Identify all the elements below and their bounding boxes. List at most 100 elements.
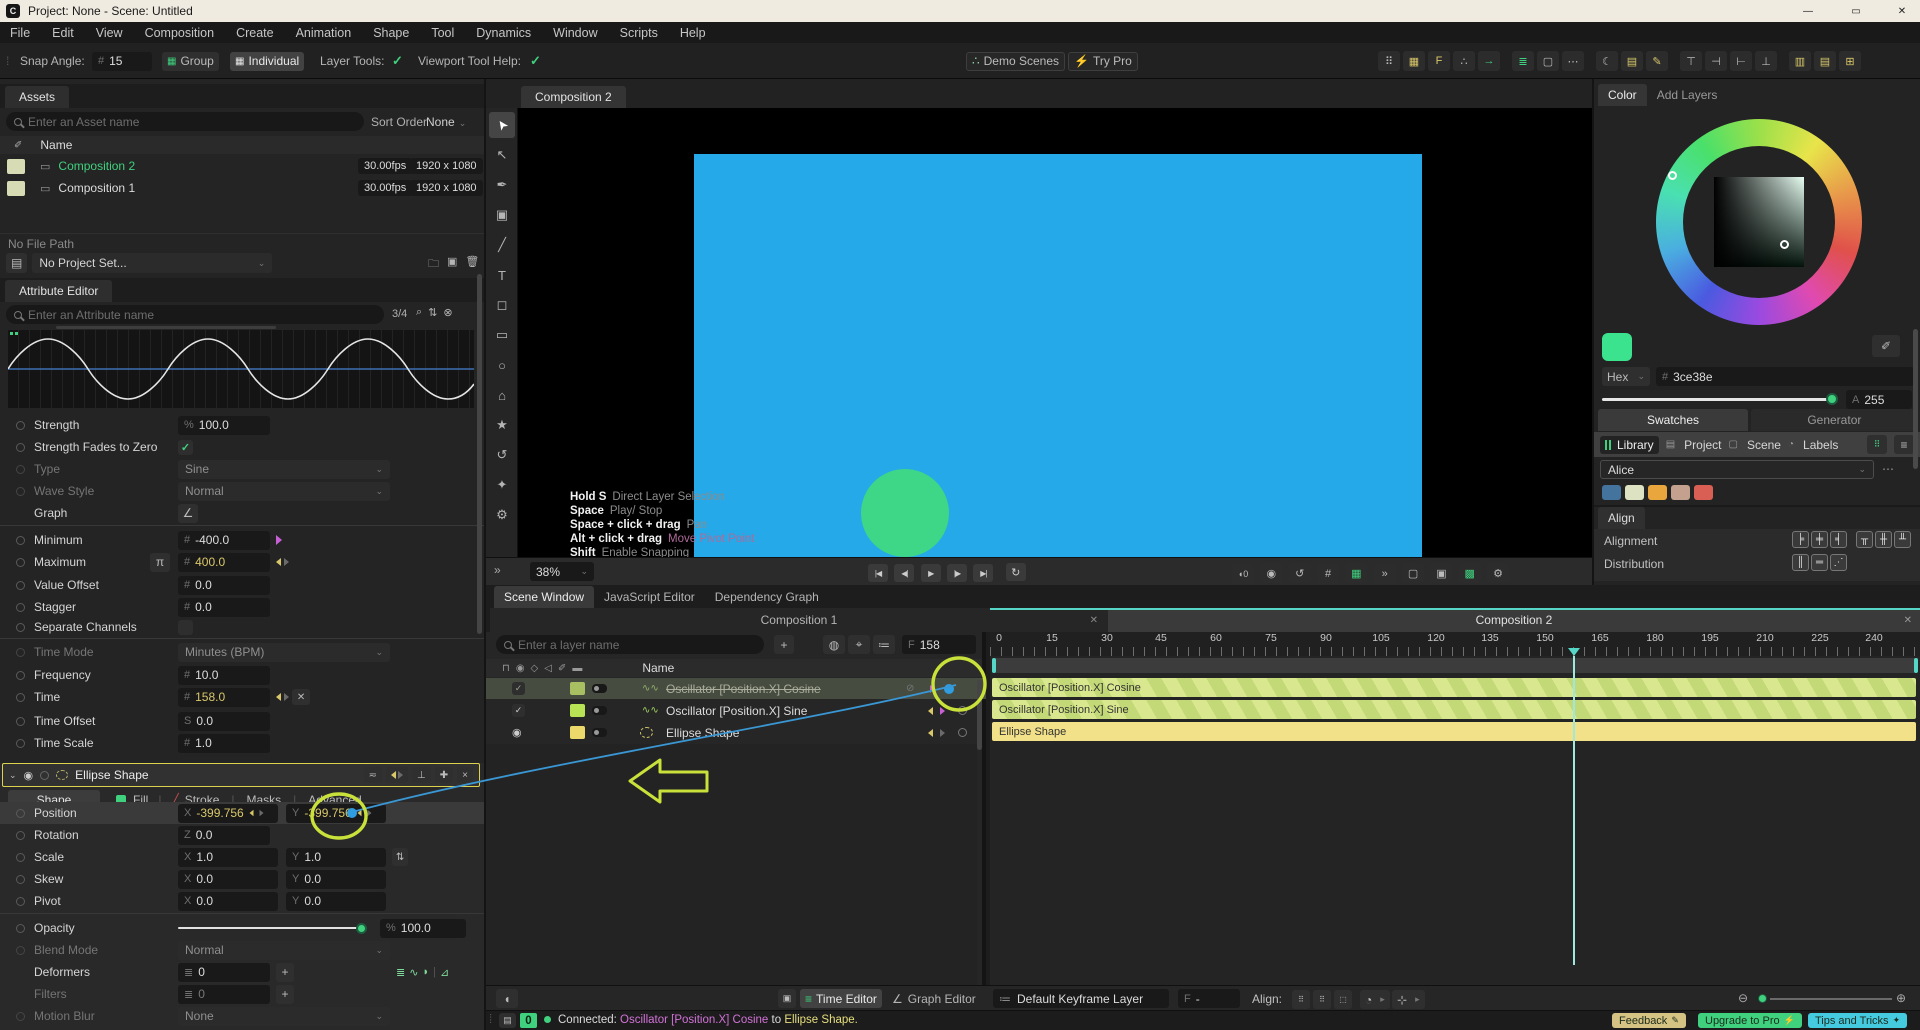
align-keys-center-icon[interactable]: ⠿ — [1313, 990, 1331, 1009]
current-color-swatch[interactable] — [1602, 333, 1632, 361]
skew-y-input[interactable]: Y 0.0 — [286, 869, 386, 889]
grid-snap-icon[interactable]: # — [1317, 563, 1340, 584]
list-view-icon[interactable]: ≡ — [1894, 435, 1914, 454]
direct-select-tool[interactable]: ↖ — [489, 142, 515, 168]
playhead-marker[interactable] — [1568, 648, 1580, 656]
position-x-input[interactable]: X -399.756 — [178, 803, 278, 823]
keyframe-left-icon[interactable] — [928, 729, 933, 737]
menu-shape[interactable]: Shape — [373, 26, 409, 40]
align-middle-button[interactable]: ╫ — [1875, 531, 1892, 548]
filter-attr-icon[interactable]: ⇅ — [428, 306, 437, 319]
rotation-z-input[interactable]: Z 0.0 — [178, 825, 270, 845]
align-bottom-icon[interactable]: ⊥ — [1755, 51, 1777, 71]
keyframe-dot[interactable] — [16, 535, 25, 545]
keyframe-dot[interactable] — [16, 852, 25, 862]
project-folder-icon[interactable]: ▤ — [6, 253, 28, 273]
next-keyframe-icon[interactable] — [284, 558, 289, 566]
star-tool[interactable]: ★ — [489, 412, 515, 438]
ellipse-shape-object[interactable] — [861, 469, 949, 557]
close-tab-icon[interactable]: ✕ — [1090, 615, 1098, 626]
palette-select[interactable]: Alice ⌄ — [1600, 460, 1874, 479]
blend-mode-select[interactable]: Normal ⌄ — [178, 940, 390, 960]
add-deformer-button[interactable]: + — [276, 962, 294, 982]
layer-toggle[interactable] — [592, 728, 607, 737]
attribute-search[interactable] — [6, 305, 384, 324]
deformer-wave-icon[interactable]: ∿ — [409, 966, 418, 979]
rows-icon[interactable]: ▤ — [1814, 51, 1836, 71]
new-folder-icon[interactable]: 🗀 — [428, 255, 439, 274]
eye-icon[interactable]: ◉ — [512, 726, 522, 739]
go-to-start-button[interactable]: |◀ — [868, 564, 888, 582]
type-select[interactable]: Sine ⌄ — [178, 459, 390, 479]
expand-panel-icon[interactable]: » — [494, 563, 501, 577]
select-tool[interactable]: ➤ — [489, 112, 515, 138]
sparkle-tool[interactable]: ✦ — [489, 472, 515, 498]
scale-x-input[interactable]: X 1.0 — [178, 847, 278, 867]
clear-attr-icon[interactable]: ⊗ — [443, 306, 452, 319]
align-right-icon[interactable]: ⊣ — [1705, 51, 1727, 71]
timeline-hscrollbar[interactable] — [992, 658, 1918, 673]
render-preview-icon[interactable]: ▦ — [1345, 563, 1368, 583]
more-chevron-icon[interactable]: » — [1373, 563, 1396, 584]
asset-color-swatch[interactable] — [7, 158, 25, 174]
deformer-graph-icon[interactable]: ⊿ — [440, 966, 449, 979]
menu-create[interactable]: Create — [236, 26, 274, 40]
zoom-attr-icon[interactable]: ⌕ — [416, 306, 422, 319]
align-left-icon[interactable]: ⊢ — [1730, 51, 1752, 71]
opacity-slider-handle[interactable] — [356, 922, 367, 934]
keyframe-dot[interactable] — [16, 580, 25, 590]
align-keys-box-icon[interactable]: ⬚ — [1334, 990, 1352, 1009]
menu-dynamics[interactable]: Dynamics — [476, 26, 531, 40]
layer-color-swatch[interactable] — [570, 704, 585, 717]
pen-icon[interactable]: ✎ — [1646, 51, 1668, 71]
layer-scrollbar[interactable] — [977, 680, 982, 750]
feedback-button[interactable]: Feedback ✎ — [1612, 1013, 1686, 1028]
keyframe-dot[interactable] — [958, 728, 967, 737]
labels-tab[interactable]: ◔ Labels — [1788, 438, 1838, 452]
collapse-chevron-icon[interactable]: ⌄ — [9, 770, 17, 781]
keyframe-dot[interactable] — [16, 830, 25, 840]
monitor-icon[interactable]: ▣ — [447, 255, 457, 274]
keyframe-dot[interactable] — [16, 874, 25, 884]
tab-viewport-composition[interactable]: Composition 2 — [521, 86, 626, 108]
deformers-input[interactable]: ≣ 0 — [178, 962, 270, 982]
skew-x-input[interactable]: X 0.0 — [178, 869, 278, 889]
layer-row-cosine[interactable]: ✓ ∿∿ Oscillator [Position.X] Cosine ⊘ — [486, 678, 986, 699]
project-set-select[interactable]: No Project Set... ⌄ — [32, 253, 273, 273]
remove-expression-icon[interactable]: ✕ — [292, 689, 310, 705]
snap-angle-input[interactable]: #15 — [92, 51, 152, 71]
frame-tool[interactable]: ◻ — [489, 292, 515, 318]
text-tool[interactable]: T — [489, 262, 515, 288]
go-to-end-button[interactable]: ▶| — [973, 564, 994, 582]
arrow-right-icon[interactable]: → — [1478, 51, 1500, 71]
spiral-tool[interactable]: ↺ — [489, 442, 515, 468]
ellipse-tool[interactable]: ○ — [489, 352, 515, 378]
speaker-icon[interactable]: ◉ — [1260, 563, 1283, 583]
close-tab-icon[interactable]: ✕ — [1904, 615, 1912, 626]
close-panel-icon[interactable]: × — [457, 767, 473, 783]
scatter-icon[interactable]: ∴ — [1453, 51, 1475, 71]
viewport-settings-gear-icon[interactable]: ⚙ — [1487, 563, 1510, 583]
asset-color-swatch[interactable] — [7, 180, 25, 196]
eyedropper-button[interactable]: ✐ — [1872, 335, 1900, 357]
ellipse-shape-header[interactable]: ⌄ ◉ Ellipse Shape ≂ ⊥ ✚ × — [2, 763, 480, 787]
frame-input[interactable]: F 158 — [902, 635, 976, 654]
palette-swatch[interactable] — [1694, 485, 1713, 500]
value-offset-input[interactable]: #0.0 — [178, 575, 270, 595]
tab-dependency-graph[interactable]: Dependency Graph — [705, 586, 829, 608]
tool-settings-gear-icon[interactable]: ⚙ — [489, 502, 515, 528]
next-keyframe-icon[interactable] — [284, 693, 289, 701]
menu-view[interactable]: View — [96, 26, 123, 40]
loop-button[interactable]: ↻ — [1005, 563, 1026, 581]
keyframe-left-icon[interactable] — [928, 707, 933, 715]
menu-tool[interactable]: Tool — [431, 26, 454, 40]
keyframe-dot[interactable] — [16, 716, 25, 726]
layer-row-ellipse[interactable]: ◉ Ellipse Shape — [486, 722, 986, 743]
menu-edit[interactable]: Edit — [52, 26, 74, 40]
pin-icon[interactable]: ⊥ — [412, 767, 431, 783]
track-bar-ellipse[interactable]: Ellipse Shape — [992, 722, 1916, 741]
palette-swatch[interactable] — [1648, 485, 1667, 500]
distribute-v-button[interactable]: ═ — [1811, 554, 1828, 571]
connection-out-icon[interactable] — [276, 535, 282, 545]
viewport-zoom-select[interactable]: 38% ⌄ — [530, 562, 594, 581]
